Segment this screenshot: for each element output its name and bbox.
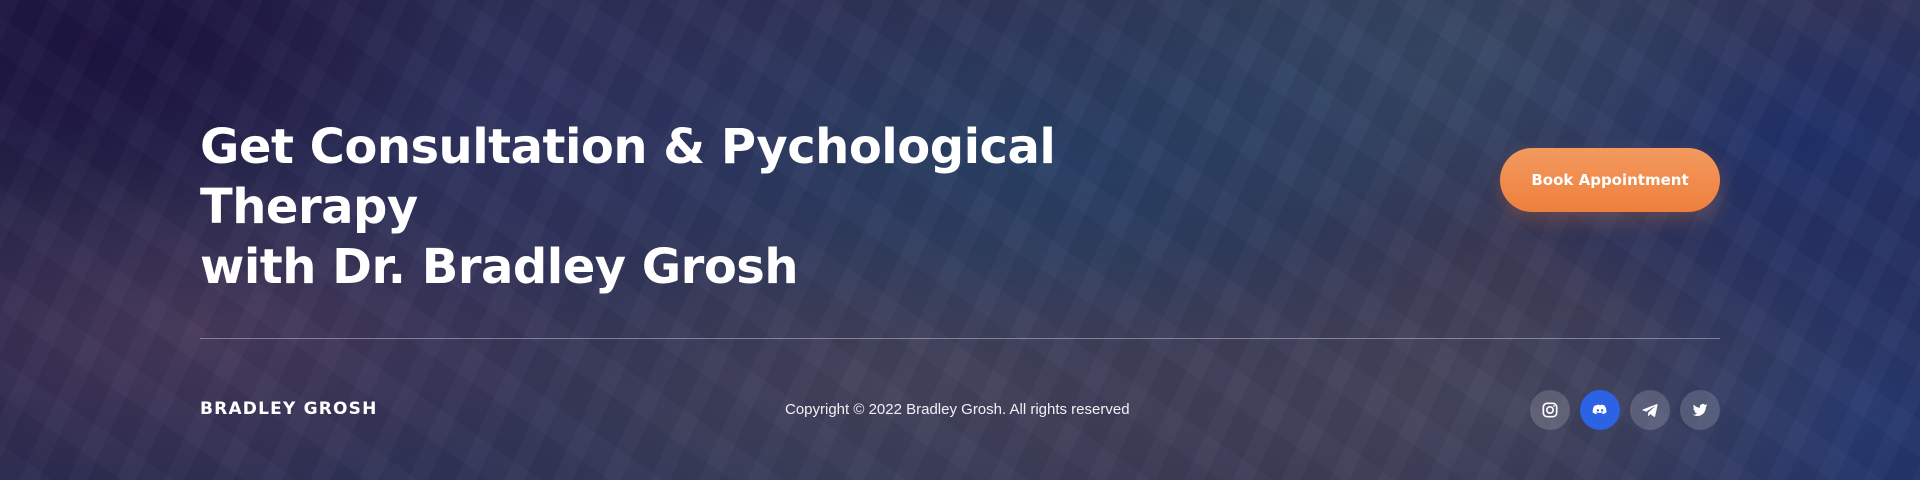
- twitter-icon: [1692, 403, 1708, 417]
- footer-brand-logo[interactable]: BRADLEY GROSH: [200, 399, 378, 419]
- hero-headline: Get Consultation & Pychological Therapy …: [200, 117, 1260, 297]
- book-appointment-button[interactable]: Book Appointment: [1500, 148, 1720, 212]
- hero-headline-line-1: Get Consultation & Pychological Therapy: [200, 119, 1056, 235]
- social-links: [1530, 390, 1720, 430]
- discord-link[interactable]: [1580, 390, 1620, 430]
- instagram-link[interactable]: [1530, 390, 1570, 430]
- instagram-icon: [1542, 402, 1558, 418]
- telegram-link[interactable]: [1630, 390, 1670, 430]
- twitter-link[interactable]: [1680, 390, 1720, 430]
- footer-divider: [200, 338, 1720, 339]
- telegram-icon: [1642, 404, 1658, 417]
- hero-headline-line-2: with Dr. Bradley Grosh: [200, 239, 799, 295]
- copyright-text: Copyright © 2022 Bradley Grosh. All righ…: [785, 401, 1130, 418]
- discord-icon: [1592, 404, 1607, 415]
